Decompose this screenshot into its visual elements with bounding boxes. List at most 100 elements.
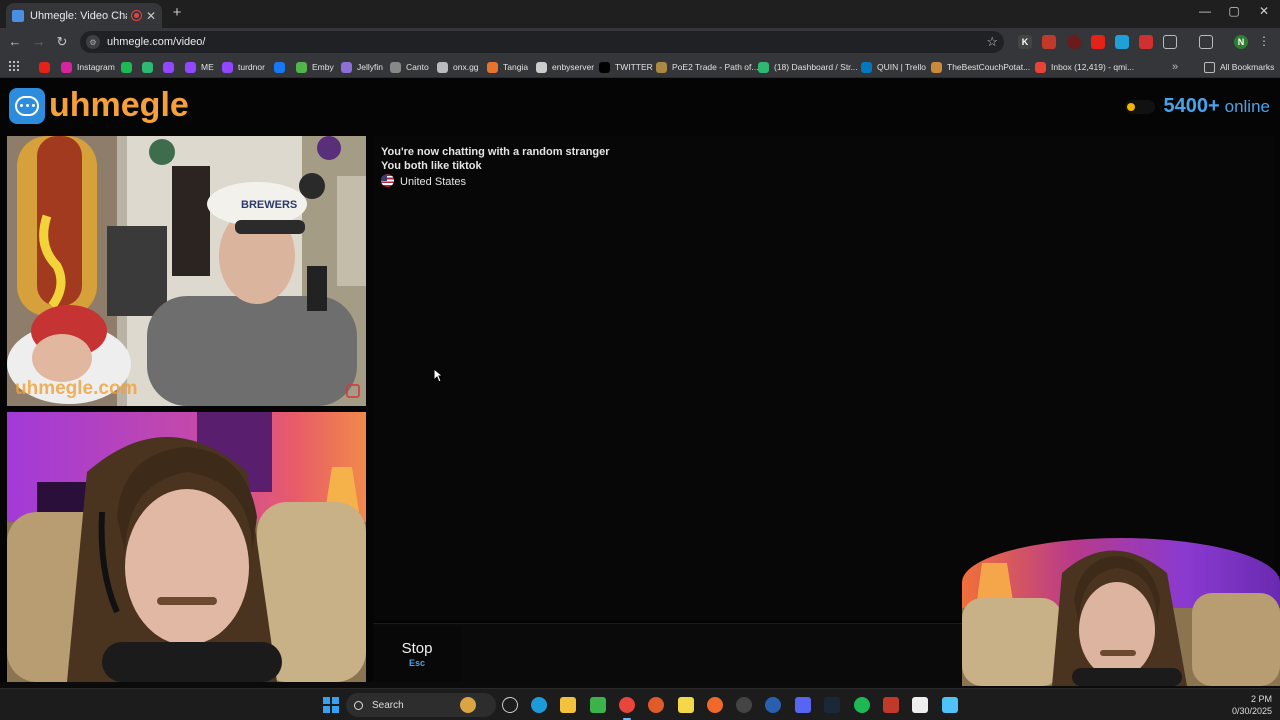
bookmark-item[interactable]: TWITTER bbox=[599, 60, 653, 74]
bookmark-favicon-icon bbox=[61, 61, 72, 73]
extension-icon[interactable] bbox=[1042, 35, 1056, 49]
extension-icon[interactable] bbox=[1139, 35, 1153, 49]
message-input[interactable] bbox=[465, 626, 965, 682]
bookmark-item[interactable]: Emby bbox=[296, 60, 334, 74]
bookmark-label: Instagram bbox=[77, 62, 115, 72]
chrome-icon[interactable] bbox=[619, 697, 635, 713]
start-button-icon[interactable] bbox=[323, 697, 339, 713]
address-bar[interactable]: ⚙ uhmegle.com/video/ ☆ bbox=[80, 31, 1004, 53]
spotify-icon[interactable] bbox=[854, 697, 870, 713]
steam-icon[interactable] bbox=[824, 697, 840, 713]
new-tab-button[interactable]: + bbox=[168, 4, 186, 22]
back-icon[interactable]: ← bbox=[6, 33, 24, 51]
bookmark-item[interactable] bbox=[274, 60, 290, 74]
bookmark-item[interactable]: Jellyfin bbox=[341, 60, 383, 74]
uhmegle-page: uhmegle 5400+ online BREWERS uhmegle.com… bbox=[0, 78, 1280, 686]
bookmark-item[interactable]: onx.gg bbox=[437, 60, 479, 74]
tab-title: Uhmegle: Video Chat | Rand bbox=[30, 9, 127, 22]
bookmark-favicon-icon bbox=[437, 61, 448, 73]
bookmarks-bar: Instagram ME turdnor Emby Jellyfin Canto onx.g… bbox=[0, 56, 1280, 78]
bookmark-favicon-icon bbox=[142, 61, 153, 73]
bookmark-item[interactable]: PoE2 Trade - Path of... bbox=[656, 60, 758, 74]
browser-tab[interactable]: Uhmegle: Video Chat | Rand ✕ bbox=[6, 3, 162, 28]
bookmark-item[interactable]: Canto bbox=[390, 60, 429, 74]
bookmark-item[interactable]: Instagram bbox=[61, 60, 115, 74]
bookmark-favicon-icon bbox=[487, 61, 498, 73]
side-panel-icon[interactable] bbox=[1199, 35, 1213, 49]
firefox-icon[interactable] bbox=[707, 697, 723, 713]
app-icon[interactable] bbox=[765, 697, 781, 713]
app-icon[interactable] bbox=[736, 697, 752, 713]
app-icon[interactable] bbox=[590, 697, 606, 713]
us-flag-icon bbox=[381, 174, 394, 187]
maximize-button[interactable]: ▢ bbox=[1219, 4, 1249, 18]
notepad-icon[interactable] bbox=[942, 697, 958, 713]
bookmark-item[interactable]: enbyserver bbox=[536, 60, 594, 74]
discord-icon[interactable] bbox=[795, 697, 811, 713]
bookmark-item[interactable] bbox=[142, 60, 158, 74]
edge-icon[interactable] bbox=[531, 697, 547, 713]
site-logo[interactable]: uhmegle bbox=[9, 86, 189, 125]
status-dot-icon bbox=[1125, 99, 1156, 114]
windows-taskbar: Search 2 PM 0/30/2025 bbox=[0, 688, 1280, 720]
extensions-puzzle-icon[interactable] bbox=[1163, 35, 1177, 49]
bookmark-item[interactable]: TheBestCouchPotat... bbox=[931, 60, 1030, 74]
bookmark-item[interactable]: ME bbox=[185, 60, 214, 74]
webcam-overlay bbox=[962, 538, 1280, 686]
extension-youtube-icon[interactable] bbox=[1091, 35, 1105, 49]
site-info-icon[interactable]: ⚙ bbox=[86, 35, 100, 49]
stop-label: Stop bbox=[401, 640, 433, 657]
webcam-overlay-frame bbox=[962, 538, 1280, 686]
bookmark-favicon-icon bbox=[861, 61, 872, 73]
close-tab-icon[interactable]: ✕ bbox=[146, 9, 156, 23]
bookmark-label: Emby bbox=[312, 62, 334, 72]
app-icon[interactable] bbox=[648, 697, 664, 713]
forward-icon[interactable]: → bbox=[30, 33, 48, 51]
stop-shortcut: Esc bbox=[408, 658, 425, 668]
extension-icon[interactable] bbox=[1067, 35, 1081, 49]
capcut-icon[interactable] bbox=[912, 697, 928, 713]
bookmark-favicon-icon bbox=[296, 61, 307, 73]
bookmark-favicon-icon bbox=[931, 61, 942, 73]
all-bookmarks-folder[interactable]: All Bookmarks bbox=[1204, 60, 1274, 74]
minimize-button[interactable]: — bbox=[1190, 4, 1220, 18]
bookmark-item[interactable] bbox=[121, 60, 137, 74]
app-icon[interactable] bbox=[883, 697, 899, 713]
profile-avatar[interactable]: N bbox=[1234, 35, 1248, 49]
folder-icon bbox=[1204, 61, 1215, 73]
uhmegle-watermark: uhmegle.com bbox=[15, 378, 138, 399]
url-text: uhmegle.com/video/ bbox=[107, 36, 206, 48]
stranger-video: BREWERS uhmegle.com bbox=[7, 136, 366, 406]
apps-grid-icon[interactable] bbox=[9, 61, 19, 71]
file-explorer-icon[interactable] bbox=[560, 697, 576, 713]
bookmark-item[interactable]: turdnor bbox=[222, 60, 265, 74]
online-label: online bbox=[1224, 96, 1270, 116]
bookmark-favicon-icon bbox=[163, 61, 174, 73]
country-line: United States bbox=[381, 174, 466, 188]
bookmarks-overflow-icon[interactable]: » bbox=[1172, 60, 1178, 74]
browser-tab-strip: Uhmegle: Video Chat | Rand ✕ + — ▢ ✕ bbox=[0, 0, 1280, 28]
sticky-notes-icon[interactable] bbox=[678, 697, 694, 713]
system-clock[interactable]: 2 PM 0/30/2025 bbox=[1232, 693, 1272, 717]
bookmark-item[interactable]: Inbox (12,419) - qmi... bbox=[1035, 60, 1134, 74]
bookmark-favicon-icon bbox=[656, 61, 667, 73]
stop-button[interactable]: Stop Esc bbox=[373, 626, 461, 682]
bookmark-item[interactable] bbox=[39, 60, 55, 74]
self-video bbox=[7, 412, 366, 682]
report-flag-icon[interactable] bbox=[346, 384, 360, 398]
app-icon[interactable] bbox=[502, 697, 518, 713]
bookmark-item[interactable]: Tangia bbox=[487, 60, 528, 74]
browser-menu-icon[interactable]: ⋮ bbox=[1258, 34, 1270, 48]
bookmark-item[interactable]: QUIN | Trello bbox=[861, 60, 926, 74]
common-interest-message: You both like tiktok bbox=[381, 160, 482, 172]
bookmark-item[interactable] bbox=[163, 60, 179, 74]
reload-icon[interactable]: ↻ bbox=[53, 33, 71, 51]
widgets-icon[interactable] bbox=[460, 697, 476, 713]
self-video-frame bbox=[7, 412, 366, 682]
bookmark-label: Inbox (12,419) - qmi... bbox=[1051, 62, 1135, 72]
extension-icon[interactable] bbox=[1115, 35, 1129, 49]
close-window-button[interactable]: ✕ bbox=[1249, 4, 1279, 18]
bookmark-item[interactable]: (18) Dashboard / Str... bbox=[758, 60, 858, 74]
extension-k-icon[interactable]: K bbox=[1018, 35, 1032, 49]
bookmark-star-icon[interactable]: ☆ bbox=[986, 34, 998, 50]
